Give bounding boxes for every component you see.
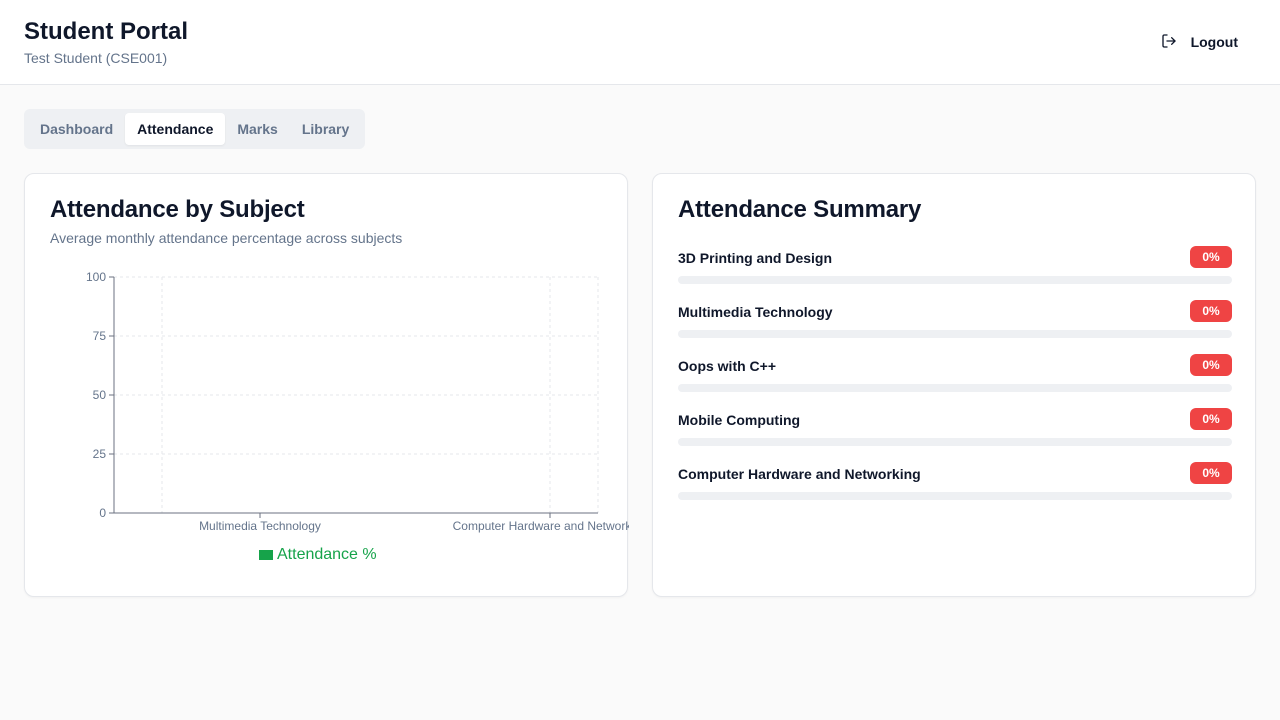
subject-name: Computer Hardware and Networking — [678, 466, 921, 482]
percent-badge: 0% — [1190, 354, 1232, 376]
summary-list: 3D Printing and Design 0% Multimedia Tec… — [678, 246, 1232, 516]
summary-item: Mobile Computing 0% — [678, 408, 1232, 462]
logout-icon — [1161, 33, 1177, 52]
attendance-chart-card: Attendance by Subject Average monthly at… — [24, 173, 629, 597]
summary-item: Computer Hardware and Networking 0% — [678, 462, 1232, 516]
student-name: Test Student (CSE001) — [24, 50, 168, 66]
summary-card-title: Attendance Summary — [678, 196, 922, 223]
percent-badge: 0% — [1190, 462, 1232, 484]
y-tick-label: 25 — [93, 447, 107, 461]
app-title: Student Portal — [24, 18, 189, 45]
summary-item: 3D Printing and Design 0% — [678, 246, 1232, 300]
y-tick-label: 100 — [86, 270, 106, 284]
subject-name: 3D Printing and Design — [678, 250, 833, 266]
tab-list: Dashboard Attendance Marks Library — [24, 109, 366, 149]
progress-bar — [678, 330, 1232, 338]
progress-bar — [678, 438, 1232, 446]
logout-label: Logout — [1190, 34, 1238, 50]
subject-name: Oops with C++ — [678, 358, 777, 374]
attendance-summary-card: Attendance Summary 3D Printing and Desig… — [652, 173, 1256, 597]
legend-label: Attendance % — [277, 546, 377, 563]
progress-bar — [678, 276, 1232, 284]
percent-badge: 0% — [1190, 300, 1232, 322]
x-tick-label: Multimedia Technology — [199, 519, 321, 533]
attendance-bar-chart: 0 25 50 75 100 Multimedia Technology Computer … — [86, 270, 629, 533]
y-tick-label: 50 — [93, 388, 107, 402]
tab-dashboard[interactable]: Dashboard — [28, 113, 125, 145]
summary-item: Multimedia Technology 0% — [678, 300, 1232, 354]
legend-swatch — [259, 550, 273, 560]
subject-name: Multimedia Technology — [678, 304, 833, 320]
brand: Student Portal Test Student (CSE001) — [24, 18, 188, 66]
percent-badge: 0% — [1190, 246, 1232, 268]
y-tick-label: 0 — [99, 506, 106, 520]
top-bar: Student Portal Test Student (CSE001) Log… — [0, 0, 1280, 85]
tab-library[interactable]: Library — [290, 113, 361, 145]
y-tick-label: 75 — [93, 329, 107, 343]
summary-item: Oops with C++ 0% — [678, 354, 1232, 408]
progress-bar — [678, 384, 1232, 392]
x-tick-label: Computer Hardware and Networking — [453, 519, 629, 533]
tab-marks[interactable]: Marks — [225, 113, 289, 145]
percent-badge: 0% — [1190, 408, 1232, 430]
logout-button[interactable]: Logout — [1149, 28, 1250, 56]
tab-attendance[interactable]: Attendance — [125, 113, 226, 145]
chart-legend[interactable]: Attendance % — [259, 546, 377, 564]
subject-name: Mobile Computing — [678, 412, 801, 428]
progress-bar — [678, 492, 1232, 500]
